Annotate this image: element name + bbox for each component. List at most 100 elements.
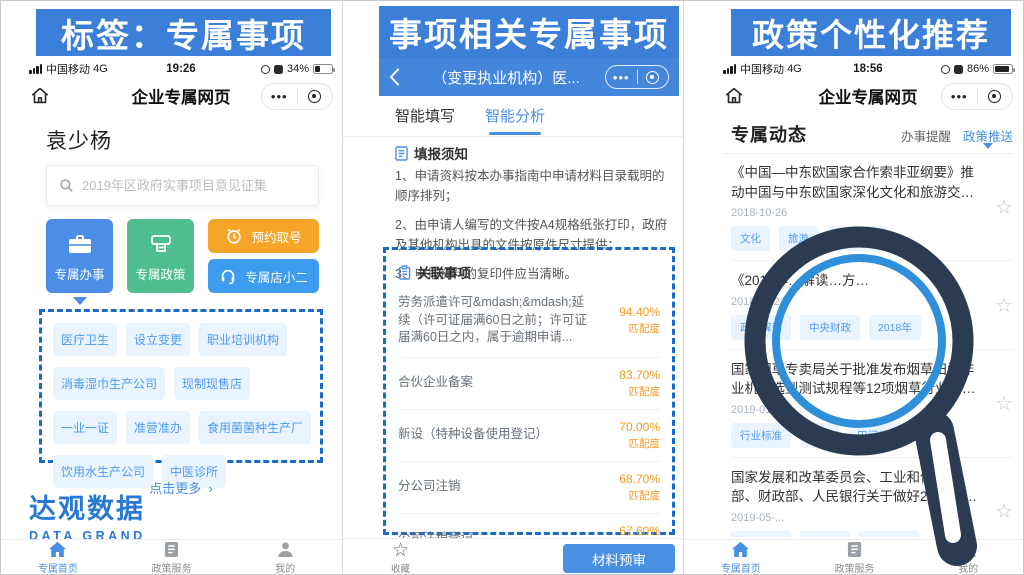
article-title: 《中国—中东欧国家合作索非亚纲要》推动中国与中东欧国家深化文化和旅游交流合作	[731, 163, 983, 202]
home-tab-icon	[731, 541, 750, 558]
tag-chip[interactable]: 医疗卫生	[53, 323, 117, 356]
logo-cn: 达观数据	[29, 487, 146, 526]
article-date: 2018-10-26	[731, 207, 983, 219]
match-score: 70.00% 匹配度	[602, 420, 660, 451]
tab-policy-push[interactable]: 政策推送	[963, 126, 1013, 145]
article-tag-chip[interactable]: 旅游	[779, 226, 818, 251]
search-box[interactable]	[46, 165, 319, 206]
material-precheck-button[interactable]: 材料预审	[563, 544, 675, 573]
tab-mine[interactable]: 我的	[228, 540, 342, 575]
related-item-row[interactable]: 合伙企业备案 83.70% 匹配度	[398, 358, 660, 410]
screenshot-canvas: 标签：专属事项 中国移动 4G 19:26 34% 企业专属网页 ••• 袁少杨	[0, 0, 1024, 575]
action-appointment-number[interactable]: 预约取号	[208, 219, 319, 253]
action-label: 专属政策	[135, 264, 185, 293]
article-tag-chip[interactable]: 降成本	[800, 531, 850, 537]
search-input[interactable]	[82, 178, 306, 193]
star-icon[interactable]: ☆	[983, 468, 1013, 537]
status-bar: 中国移动 4G 19:26 34%	[29, 59, 333, 79]
tag-row: 一业一证准营准办食用菌菌种生产厂	[53, 411, 309, 444]
tag-chip[interactable]: 设立变更	[126, 323, 190, 356]
tab-home[interactable]: 专属首页	[1, 540, 115, 575]
annotation-banner-related: 事项相关专属事项	[379, 6, 679, 58]
article-item[interactable]: 国家发展和改革委员会、工业和信息化部、财政部、人民银行关于做好2019年降成本.…	[731, 458, 1013, 537]
article-tag-chip[interactable]: 实体经济	[731, 531, 791, 537]
related-section-header: 关联事项	[398, 258, 660, 284]
tag-chip[interactable]: 职业培训机构	[199, 323, 287, 356]
printer-icon	[148, 232, 174, 256]
battery-icon	[993, 64, 1013, 74]
action-exclusive-assistant[interactable]: 专属店小二	[208, 259, 319, 293]
tab-service-reminder[interactable]: 办事提醒	[901, 126, 951, 145]
related-item-row[interactable]: 分公司注销 68.70% 匹配度	[398, 462, 660, 514]
star-icon[interactable]: ☆	[983, 163, 1013, 251]
pointer-triangle	[73, 297, 87, 305]
article-tag-chip[interactable]: 企业成本	[859, 531, 919, 537]
miniprogram-menu[interactable]: •••	[261, 83, 333, 110]
article-item[interactable]: 《2018年…解读…方… 2018-…-23 政策解读中央财政2018年 ☆	[731, 261, 1013, 350]
middle-header-block: 事项相关专属事项 （变更执业机构）医... •••	[379, 6, 679, 96]
tag-chip[interactable]: 准营准办	[126, 411, 190, 444]
article-tag-chip[interactable]: 行业标准	[731, 423, 791, 448]
article-tag-chip[interactable]: 政策解读	[731, 315, 791, 340]
tag-chip[interactable]: 消毒湿巾生产公司	[53, 367, 165, 400]
tab-policy-service[interactable]: 政策服务	[115, 540, 229, 575]
favorite-button[interactable]: ☆ 收藏	[391, 541, 410, 575]
exit-target-icon[interactable]	[638, 71, 669, 84]
more-arrow-icon: ›	[208, 481, 212, 496]
article-tag-chip[interactable]: 中央财政	[800, 315, 860, 340]
article-tag-chip[interactable]: 田间作业	[848, 423, 908, 448]
action-exclusive-services[interactable]: 专属办事	[46, 219, 113, 293]
user-name: 袁少杨	[46, 125, 112, 155]
person-tab-icon	[960, 541, 977, 558]
match-label: 匹配度	[602, 488, 660, 503]
match-percent: 83.70%	[602, 368, 660, 382]
article-tag-chip[interactable]: 内网	[800, 423, 839, 448]
notice-item: 1、申请资料按本办事指南中申请材料目录载明的顺序排列；	[395, 166, 675, 206]
tag-row: 消毒湿巾生产公司现制现售店	[53, 367, 309, 400]
related-item-row[interactable]: 新设（特种设备使用登记） 70.00% 匹配度	[398, 410, 660, 462]
tab-home[interactable]: 专属首页	[684, 540, 798, 575]
tag-chip[interactable]: 现制现售店	[174, 367, 250, 400]
match-percent: 68.70%	[602, 472, 660, 486]
article-tag-chip[interactable]: 交流合作	[827, 226, 887, 251]
article-title: 国家发展和改革委员会、工业和信息化部、财政部、人民银行关于做好2019年降成本.…	[731, 468, 983, 507]
more-menu-icon[interactable]: •••	[606, 71, 637, 84]
exit-target-icon[interactable]	[978, 90, 1013, 103]
match-label: 匹配度	[602, 321, 660, 336]
article-tags: 政策解读中央财政 2018年	[731, 315, 983, 340]
person-tab-icon	[277, 541, 294, 558]
nav-bar: 企业专属网页 •••	[29, 81, 333, 111]
more-menu-icon[interactable]: •••	[262, 90, 297, 103]
tab-mine[interactable]: 我的	[911, 540, 1024, 575]
tag-cloud-box: 医疗卫生设立变更职业培训机构 消毒湿巾生产公司现制现售店 一业一证准营准办食用菌…	[39, 309, 323, 463]
nav-bar: （变更执业机构）医... •••	[379, 58, 679, 96]
tag-chip[interactable]: 一业一证	[53, 411, 117, 444]
action-exclusive-policy[interactable]: 专属政策	[127, 219, 194, 293]
tag-chip[interactable]: 食用菌菌种生产厂	[199, 411, 311, 444]
action-label: 专属办事	[54, 264, 104, 293]
battery-icon	[313, 64, 333, 74]
article-tag-chip[interactable]: 2018年	[869, 315, 921, 340]
match-percent: 70.00%	[602, 420, 660, 434]
related-item-title: 分公司注销	[398, 478, 602, 496]
exit-target-icon[interactable]	[298, 90, 333, 103]
tab-policy-service[interactable]: 政策服务	[798, 540, 912, 575]
clock-label: 19:26	[29, 63, 333, 75]
article-item[interactable]: 国家烟草专卖局关于批准发布烟草田间作业机械选型测试规程等12项烟草行业标准的..…	[731, 350, 1013, 458]
miniprogram-menu[interactable]: •••	[941, 83, 1013, 110]
match-label: 匹配度	[602, 436, 660, 451]
article-date: 2018-…-23	[731, 296, 983, 308]
article-item[interactable]: 《中国—中东欧国家合作索非亚纲要》推动中国与中东欧国家深化文化和旅游交流合作 2…	[731, 153, 1013, 261]
back-chevron-icon[interactable]	[389, 68, 400, 86]
tab-smart-analysis[interactable]: 智能分析	[485, 105, 545, 135]
star-icon[interactable]: ☆	[983, 360, 1013, 448]
related-item-row[interactable]: 劳务派遣许可&mdash;&mdash;延续（许可证届满60日之前；许可证届满6…	[398, 284, 660, 358]
related-items-box: 关联事项 劳务派遣许可&mdash;&mdash;延续（许可证届满60日之前；许…	[383, 247, 675, 535]
article-tag-chip[interactable]: 文化	[731, 226, 770, 251]
miniprogram-menu[interactable]: •••	[605, 65, 669, 89]
tab-smart-fill[interactable]: 智能填写	[395, 105, 455, 135]
bottom-tab-bar: 专属首页 政策服务 我的	[1, 539, 342, 575]
panel-divider	[342, 1, 343, 574]
star-icon[interactable]: ☆	[983, 271, 1013, 340]
more-menu-icon[interactable]: •••	[942, 90, 977, 103]
